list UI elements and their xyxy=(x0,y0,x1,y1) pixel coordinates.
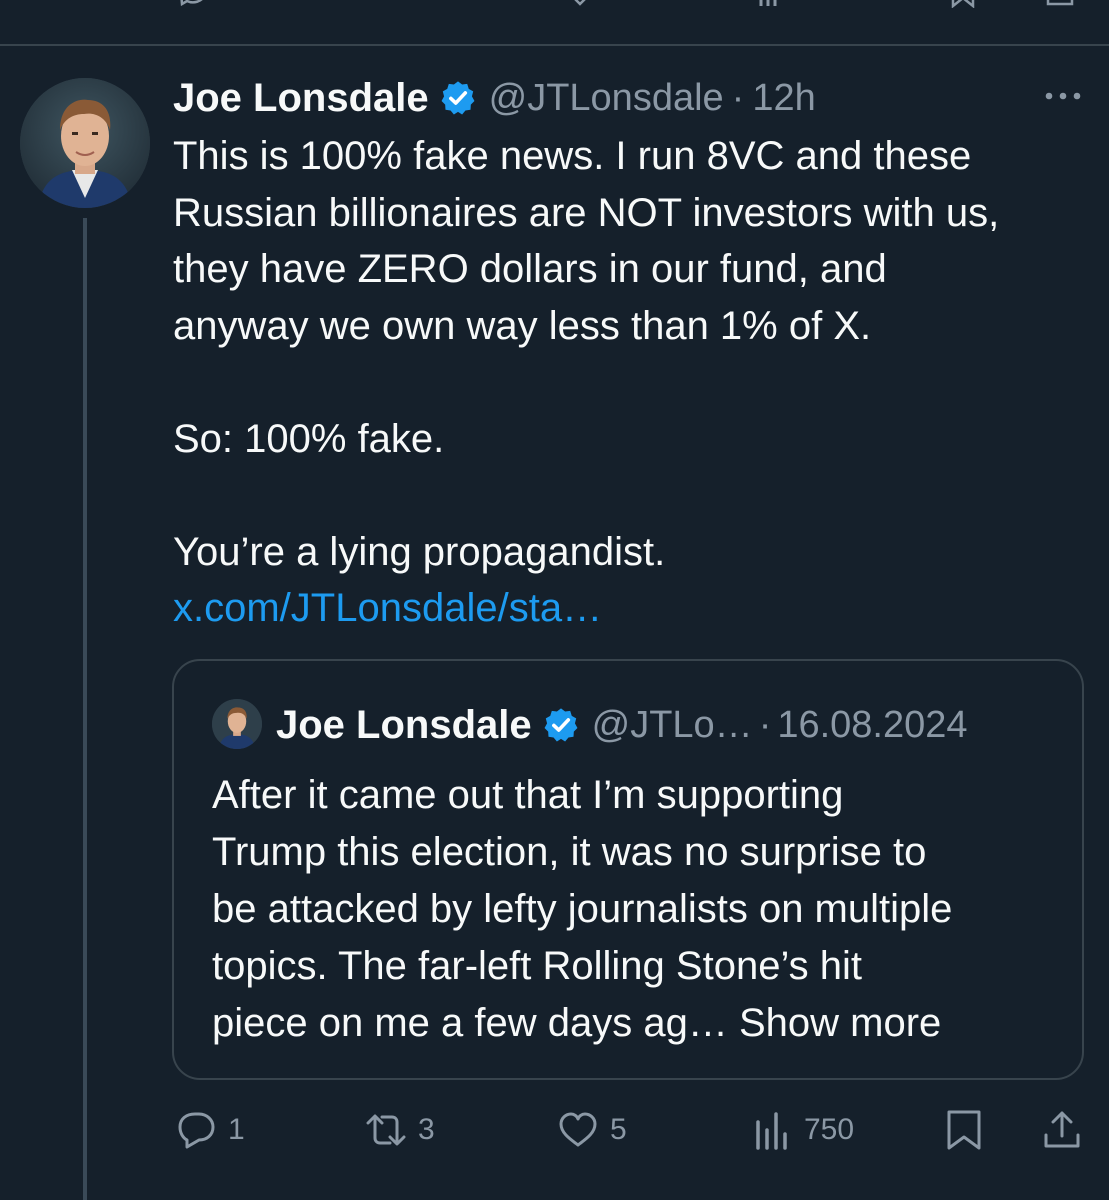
like-count: 5 xyxy=(610,1113,627,1146)
share-button[interactable] xyxy=(1040,1100,1084,1160)
bookmark-icon[interactable] xyxy=(948,0,978,8)
tweet-link[interactable]: x.com/JTLonsdale/sta… xyxy=(173,580,1093,637)
like-button[interactable]: 5 xyxy=(556,1100,627,1160)
views-count: 750 xyxy=(804,1113,855,1146)
tweet-action-bar: 1 3 5 750 xyxy=(0,1100,1109,1160)
quoted-author-handle[interactable]: @JTLo… xyxy=(592,704,753,747)
avatar-portrait-icon xyxy=(20,78,150,208)
reply-button[interactable]: 1 xyxy=(174,1100,245,1160)
avatar-portrait-icon xyxy=(212,699,262,749)
tweet-divider xyxy=(0,44,1109,46)
author-handle[interactable]: @JTLonsdale xyxy=(489,77,724,120)
tweet-text-line: So: 100% fake. xyxy=(173,416,445,461)
tweet-text-line: they have ZERO dollars in our fund, and xyxy=(173,247,887,291)
tweet-text-line: anyway we own way less than 1% of X. xyxy=(173,303,872,348)
separator-dot: · xyxy=(731,76,745,119)
show-more-link[interactable]: Show more xyxy=(739,1001,941,1045)
quoted-tweet-text: After it came out that I’m supporting Tr… xyxy=(212,767,1062,1052)
quoted-tweet-date[interactable]: 16.08.2024 xyxy=(777,704,967,747)
quoted-text-line: piece on me a few days ag… Show more xyxy=(212,995,1062,1052)
tweet-text-line: This is 100% fake news. I run 8VC and th… xyxy=(173,134,972,178)
quoted-text-line: be attacked by lefty journalists on mult… xyxy=(212,887,953,931)
tweet-header: Joe Lonsdale @JTLonsdale · 12h xyxy=(173,74,816,122)
quoted-tweet-header: Joe Lonsdale @JTLo… · 16.08.2024 xyxy=(276,701,968,749)
like-icon[interactable] xyxy=(565,0,595,8)
reply-icon[interactable] xyxy=(178,0,208,8)
views-button[interactable]: 750 xyxy=(750,1100,854,1160)
tweet-text-line: You’re a lying propagandist. xyxy=(173,529,666,574)
share-icon xyxy=(1044,1111,1080,1148)
author-avatar[interactable] xyxy=(20,78,150,208)
tweet-text: This is 100% fake news. I run 8VC and th… xyxy=(173,128,1093,637)
repost-icon xyxy=(366,1114,406,1146)
share-icon[interactable] xyxy=(1045,0,1075,8)
tweet-text-line: Russian billionaires are NOT investors w… xyxy=(173,190,1000,235)
heart-icon xyxy=(559,1112,597,1147)
quoted-tweet-card[interactable]: Joe Lonsdale @JTLo… · 16.08.2024 After i… xyxy=(172,659,1084,1080)
thread-line xyxy=(83,218,87,1200)
bookmark-icon xyxy=(947,1110,981,1150)
repost-icon[interactable] xyxy=(372,0,402,8)
tweet-timestamp[interactable]: 12h xyxy=(752,77,815,120)
quoted-text-last: piece on me a few days ag… xyxy=(212,1001,728,1045)
repost-count: 3 xyxy=(418,1113,435,1146)
ellipsis-icon[interactable] xyxy=(1042,88,1084,104)
quoted-author-name[interactable]: Joe Lonsdale xyxy=(276,703,532,748)
reply-count: 1 xyxy=(228,1113,245,1146)
separator-dot: · xyxy=(758,703,772,746)
verified-badge-icon xyxy=(544,708,578,742)
reply-icon xyxy=(178,1112,215,1149)
repost-button[interactable]: 3 xyxy=(364,1100,435,1160)
quoted-author-avatar[interactable] xyxy=(212,699,262,749)
verified-badge-icon xyxy=(441,81,475,115)
quoted-text-line: Trump this election, it was no surprise … xyxy=(212,830,927,874)
quoted-text-line: After it came out that I’m supporting xyxy=(212,773,844,817)
views-icon xyxy=(756,1112,787,1150)
quoted-text-line: topics. The far-left Rolling Stone’s hit xyxy=(212,944,862,988)
author-name[interactable]: Joe Lonsdale xyxy=(173,76,429,121)
views-icon[interactable] xyxy=(755,0,785,8)
bookmark-button[interactable] xyxy=(942,1100,986,1160)
